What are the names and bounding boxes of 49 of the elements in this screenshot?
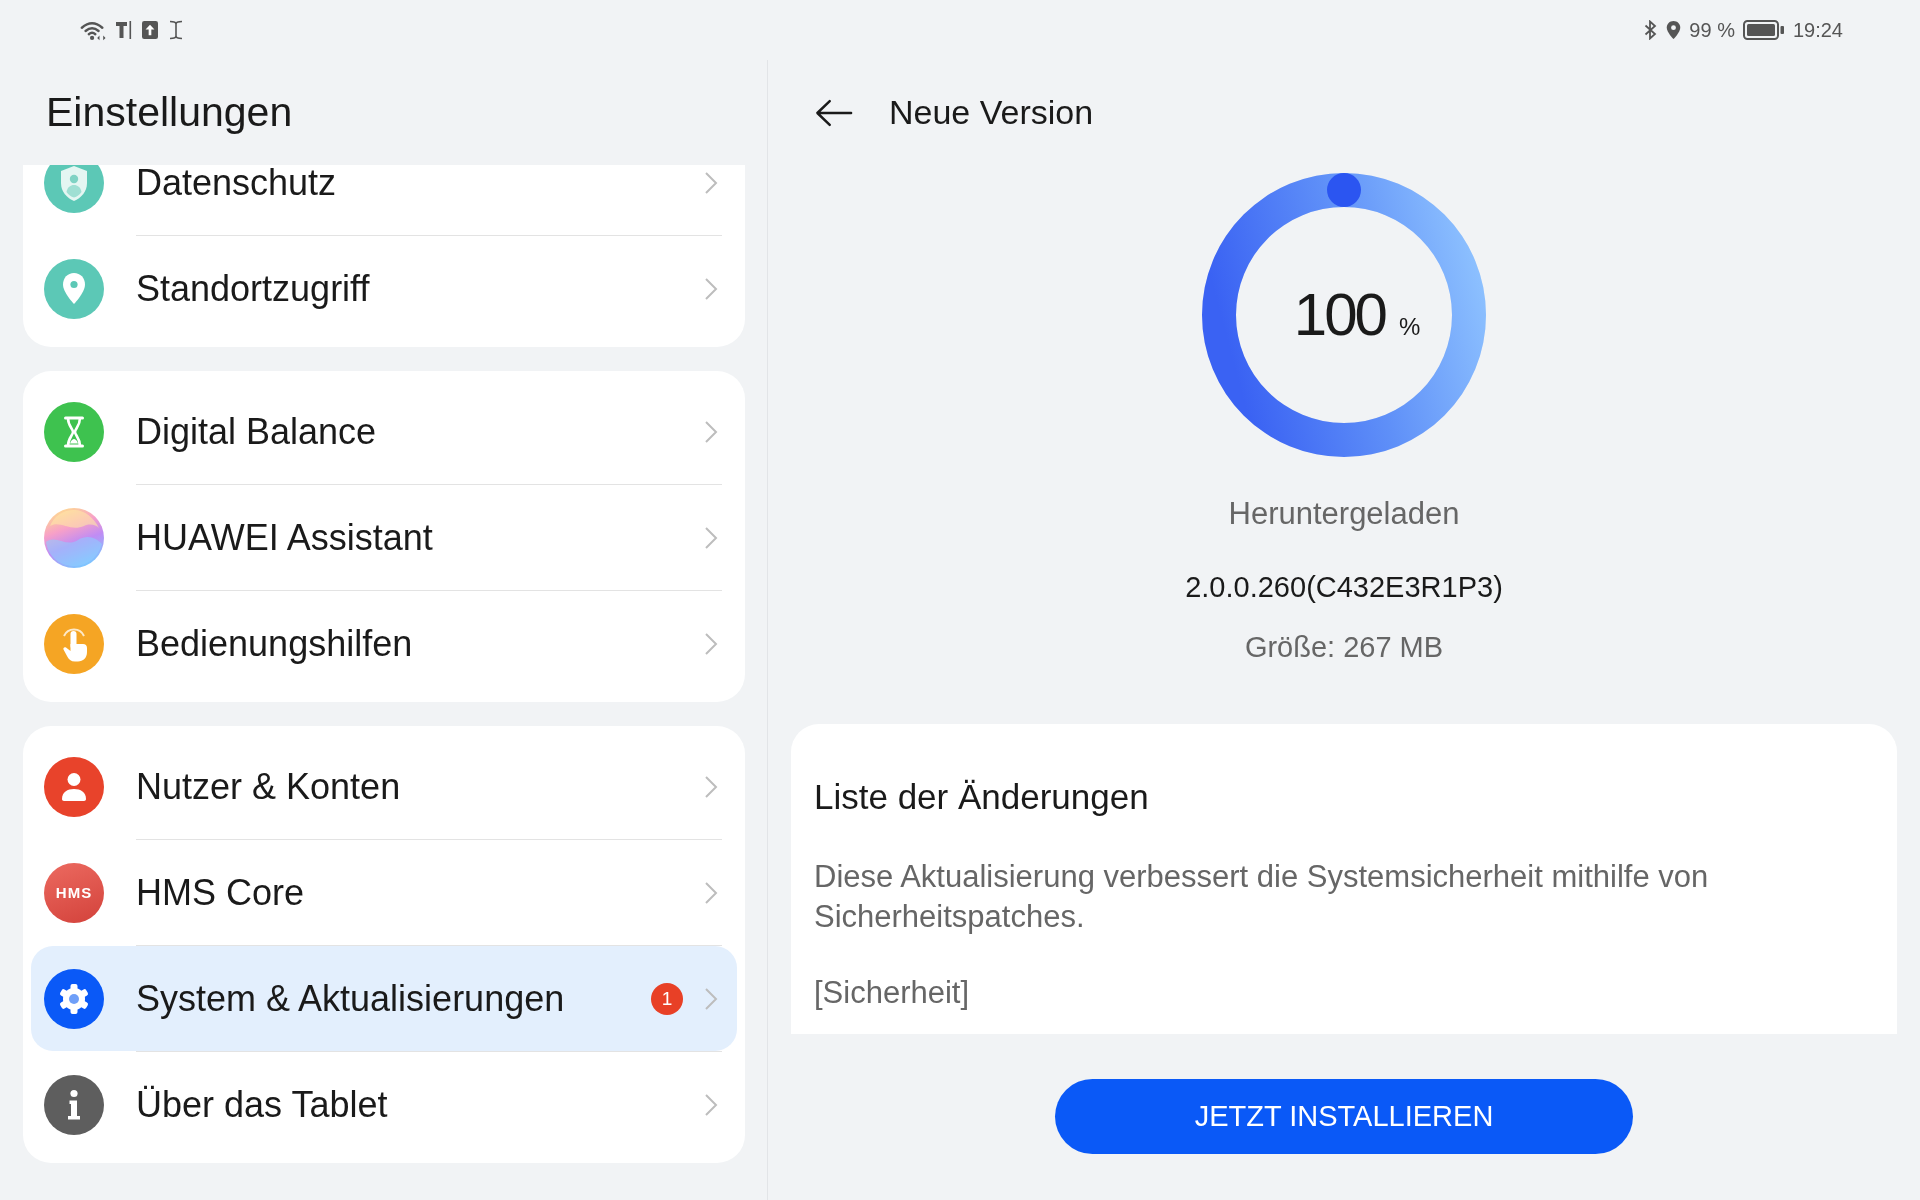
chevron-right-icon xyxy=(704,525,718,550)
upload-icon xyxy=(142,20,158,40)
text-cursor-icon xyxy=(168,20,184,40)
settings-item[interactable]: HUAWEI Assistant xyxy=(31,485,737,590)
gradient-orb-icon xyxy=(44,507,104,568)
settings-title: Einstellungen xyxy=(46,87,293,137)
hourglass-icon xyxy=(44,401,104,462)
battery-percent: 99 % xyxy=(1689,18,1735,42)
chevron-right-icon xyxy=(704,276,718,301)
settings-item[interactable]: Digital Balance xyxy=(31,379,737,484)
changelog-text: [Sicherheit] xyxy=(814,974,971,1012)
progress-value: 100 xyxy=(1293,285,1385,345)
location-icon xyxy=(1666,20,1682,40)
person-icon xyxy=(44,756,104,817)
clock: 19:24 xyxy=(1792,18,1843,42)
chevron-right-icon xyxy=(704,170,718,195)
hand-tap-icon xyxy=(44,613,104,674)
back-arrow-icon[interactable] xyxy=(815,97,853,128)
chevron-right-icon xyxy=(704,986,718,1011)
chevron-right-icon xyxy=(704,774,718,799)
info-icon xyxy=(44,1074,104,1135)
settings-item[interactable]: Standortzugriff xyxy=(31,236,737,341)
download-size: Größe: 267 MB xyxy=(1244,630,1444,665)
changelog-text: Diese Aktualisierung verbessert die Systemsicherheit mithilfe von Sicherheitspatches. xyxy=(814,858,1710,936)
settings-item[interactable]: Bedienungshilfen xyxy=(31,591,737,696)
chevron-right-icon xyxy=(704,631,718,656)
location-pin-icon xyxy=(44,258,104,319)
settings-item[interactable]: Über das Tablet xyxy=(31,1052,737,1157)
hms-logo: HMS xyxy=(44,862,104,923)
settings-item[interactable]: Datenschutz xyxy=(31,165,737,235)
chevron-right-icon xyxy=(704,1092,718,1117)
install-button[interactable]: JETZT INSTALLIEREN xyxy=(1055,1079,1633,1154)
wifi-icon xyxy=(80,19,106,41)
battery-icon xyxy=(1742,19,1785,41)
settings-item[interactable]: System & Aktualisierungen 1 xyxy=(31,946,737,1051)
download-status: Heruntergeladen xyxy=(1228,495,1460,533)
settings-item[interactable]: Nutzer & Konten xyxy=(31,734,737,839)
chevron-right-icon xyxy=(704,880,718,905)
settings-item[interactable]: HMS HMS Core xyxy=(31,840,737,945)
text-input-icon xyxy=(116,20,132,40)
shield-person-icon xyxy=(44,165,104,213)
progress-unit: % xyxy=(1398,315,1421,339)
page-title: Neue Version xyxy=(889,93,1094,132)
bluetooth-icon xyxy=(1643,20,1659,40)
count-badge: 1 xyxy=(651,982,683,1015)
chevron-right-icon xyxy=(704,419,718,444)
version-number: 2.0.0.260(C432E3R1P3) xyxy=(1185,570,1503,605)
gear-icon xyxy=(44,968,104,1029)
changelog-title: Liste der Änderungen xyxy=(814,776,1150,818)
